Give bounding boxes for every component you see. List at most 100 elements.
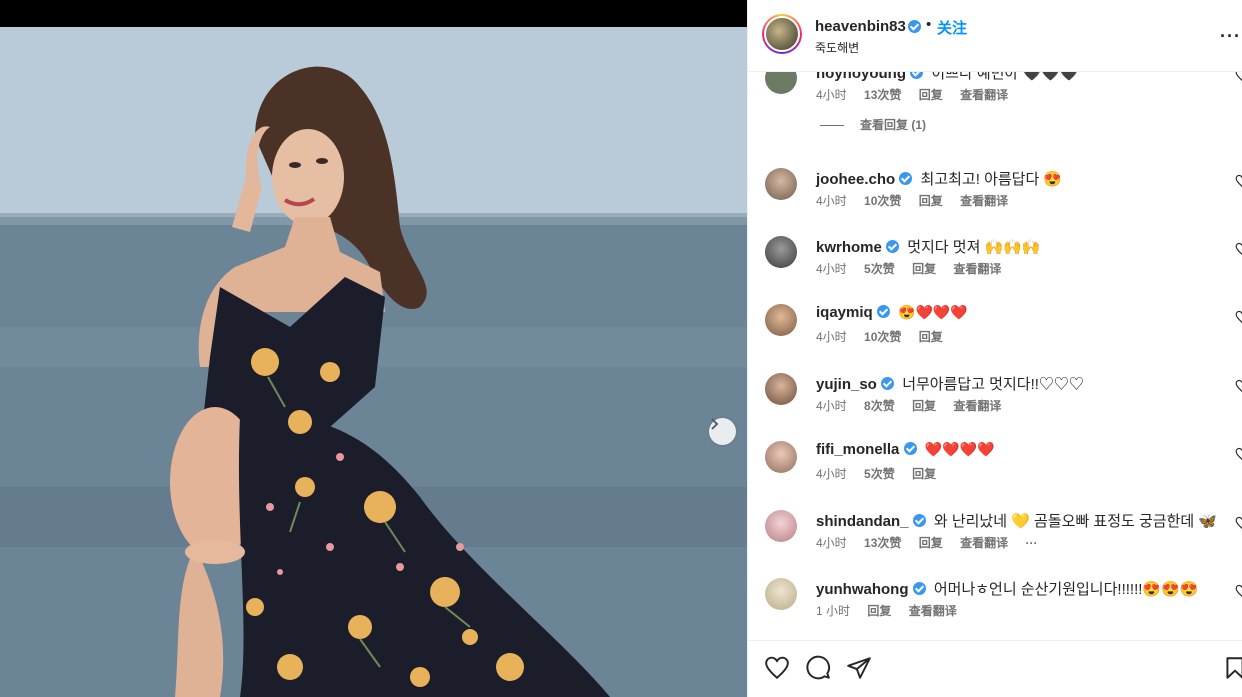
commenter-username[interactable]: joohee.cho: [816, 171, 895, 188]
translate-button[interactable]: 查看翻译: [960, 194, 1008, 208]
like-comment-heart-icon[interactable]: [1235, 242, 1242, 256]
comment-text: ❤️❤️❤️❤️: [924, 441, 995, 457]
comment-text: 와 난리났네 💛 곰돌오빠 표정도 궁금한데 🦋: [933, 513, 1218, 530]
comment-item: hoyhoyoung 이쁘다 예빈아 🖤🖤🖤 4小时 13次赞 回复 查看翻译 …: [748, 72, 1242, 132]
comment-line: yujin_so 너무아름답고 멋지다!!♡♡♡: [816, 373, 1084, 394]
post-actions-bar: [748, 640, 1242, 697]
translate-button[interactable]: 查看翻译: [953, 399, 1001, 413]
post-header: heavenbin83 • 关注 죽도해변 ···: [748, 0, 1242, 72]
comment-options-button[interactable]: ···: [1025, 536, 1037, 550]
comment-meta: 4小时 8次赞 回复 查看翻译: [816, 397, 1015, 414]
comment-item: shindandan_ 와 난리났네 💛 곰돌오빠 표정도 궁금한데 🦋 4小时…: [748, 510, 1242, 570]
commenter-username[interactable]: yujin_so: [816, 376, 877, 393]
comment-line: hoyhoyoung 이쁘다 예빈아 🖤🖤🖤: [816, 72, 1079, 83]
reply-button[interactable]: 回复: [919, 194, 943, 208]
commenter-username[interactable]: kwrhome: [816, 239, 882, 256]
comment-time: 4小时: [816, 330, 847, 344]
comment-item: iqaymiq 😍❤️❤️❤️ 4小时 10次赞 回复: [748, 304, 1242, 364]
comment-time: 1 小时: [816, 604, 851, 618]
like-heart-icon[interactable]: [764, 655, 790, 681]
translate-button[interactable]: 查看翻译: [960, 536, 1008, 550]
reply-button[interactable]: 回复: [912, 262, 936, 276]
verified-badge-icon: [876, 305, 890, 318]
commenter-avatar[interactable]: [765, 304, 797, 336]
translate-button[interactable]: 查看翻译: [953, 262, 1001, 276]
like-comment-heart-icon[interactable]: [1235, 379, 1242, 393]
post-media: [0, 0, 747, 697]
comment-line: kwrhome 멋지다 멋져 🙌🙌🙌: [816, 236, 1041, 257]
comment-time: 4小时: [816, 536, 847, 550]
like-comment-heart-icon[interactable]: [1235, 174, 1242, 188]
verified-badge-icon: [912, 582, 926, 595]
comment-line: joohee.cho 최고최고! 아름답다 😍: [816, 168, 1062, 189]
comment-likes[interactable]: 5次赞: [864, 262, 895, 276]
post-location[interactable]: 죽도해변: [815, 39, 859, 56]
comment-time: 4小时: [816, 194, 847, 208]
view-replies-button[interactable]: 查看回复 (1): [820, 116, 926, 133]
view-replies-label: 查看回复 (1): [860, 118, 927, 132]
commenter-avatar[interactable]: [765, 236, 797, 268]
like-comment-heart-icon[interactable]: [1235, 447, 1242, 461]
reply-button[interactable]: 回复: [919, 88, 943, 102]
media-top-bar: [0, 0, 747, 27]
comment-text: 😍❤️❤️❤️: [898, 304, 968, 320]
like-comment-heart-icon[interactable]: [1235, 72, 1242, 82]
comment-meta: 4小时 13次赞 回复 查看翻译: [816, 86, 1022, 103]
like-comment-heart-icon[interactable]: [1235, 516, 1242, 530]
comment-likes[interactable]: 10次赞: [864, 330, 901, 344]
commenter-avatar[interactable]: [765, 168, 797, 200]
verified-badge-icon: [910, 72, 924, 79]
commenter-avatar[interactable]: [765, 510, 797, 542]
verified-badge-icon: [886, 240, 900, 253]
reply-button[interactable]: 回复: [919, 330, 943, 344]
commenter-avatar[interactable]: [765, 373, 797, 405]
header-separator: •: [926, 16, 932, 33]
comment-meta: 4小时 5次赞 回复 查看翻译: [816, 260, 1015, 277]
commenter-avatar[interactable]: [765, 72, 797, 94]
comment-item: fifi_monella ❤️❤️❤️❤️ 4小时 5次赞 回复: [748, 441, 1242, 501]
chevron-right-icon: [711, 418, 719, 430]
translate-button[interactable]: 查看翻译: [960, 88, 1008, 102]
comment-time: 4小时: [816, 262, 847, 276]
comment-text: 최고최고! 아름답다 😍: [920, 171, 1063, 188]
reply-button[interactable]: 回复: [912, 399, 936, 413]
reply-button[interactable]: 回复: [867, 604, 891, 618]
commenter-avatar[interactable]: [765, 578, 797, 610]
comment-likes[interactable]: 5次赞: [864, 467, 895, 481]
like-comment-heart-icon[interactable]: [1235, 584, 1242, 598]
comment-likes[interactable]: 8次赞: [864, 399, 895, 413]
comments-list[interactable]: hoyhoyoung 이쁘다 예빈아 🖤🖤🖤 4小时 13次赞 回复 查看翻译 …: [748, 72, 1242, 640]
follow-button[interactable]: 关注: [937, 17, 967, 38]
commenter-username[interactable]: iqaymiq: [816, 304, 873, 321]
comment-item: yujin_so 너무아름답고 멋지다!!♡♡♡ 4小时 8次赞 回复 查看翻译: [748, 373, 1242, 433]
comment-likes[interactable]: 13次赞: [864, 88, 901, 102]
comment-likes[interactable]: 10次赞: [864, 194, 901, 208]
verified-badge-icon: [908, 20, 921, 33]
next-image-button[interactable]: [709, 418, 736, 445]
author-avatar[interactable]: [762, 14, 802, 54]
comment-text: 이쁘다 예빈아 🖤🖤🖤: [931, 72, 1079, 82]
commenter-username[interactable]: yunhwahong: [816, 581, 909, 598]
save-bookmark-icon[interactable]: [1222, 655, 1242, 681]
reply-button[interactable]: 回复: [912, 467, 936, 481]
comment-line: fifi_monella ❤️❤️❤️❤️: [816, 441, 994, 458]
comment-meta: 4小时 10次赞 回复 查看翻译: [816, 192, 1022, 209]
comment-text: 멋지다 멋져 🙌🙌🙌: [907, 239, 1041, 256]
commenter-username[interactable]: fifi_monella: [816, 441, 899, 458]
commenter-avatar[interactable]: [765, 441, 797, 473]
share-send-icon[interactable]: [846, 655, 872, 681]
reply-button[interactable]: 回复: [919, 536, 943, 550]
comment-meta: 1 小时 回复 查看翻译: [816, 602, 971, 619]
comment-likes[interactable]: 13次赞: [864, 536, 901, 550]
comment-meta: 4小时 13次赞 回复 查看翻译 ···: [816, 534, 1051, 551]
translate-button[interactable]: 查看翻译: [909, 604, 957, 618]
commenter-username[interactable]: hoyhoyoung: [816, 72, 906, 82]
comment-time: 4小时: [816, 88, 847, 102]
verified-badge-icon: [899, 172, 913, 185]
author-username[interactable]: heavenbin83: [815, 18, 906, 35]
comment-bubble-icon[interactable]: [805, 655, 831, 681]
more-options-button[interactable]: ···: [1220, 26, 1241, 47]
like-comment-heart-icon[interactable]: [1235, 310, 1242, 324]
commenter-username[interactable]: shindandan_: [816, 513, 909, 530]
photo-illustration: [0, 27, 747, 697]
